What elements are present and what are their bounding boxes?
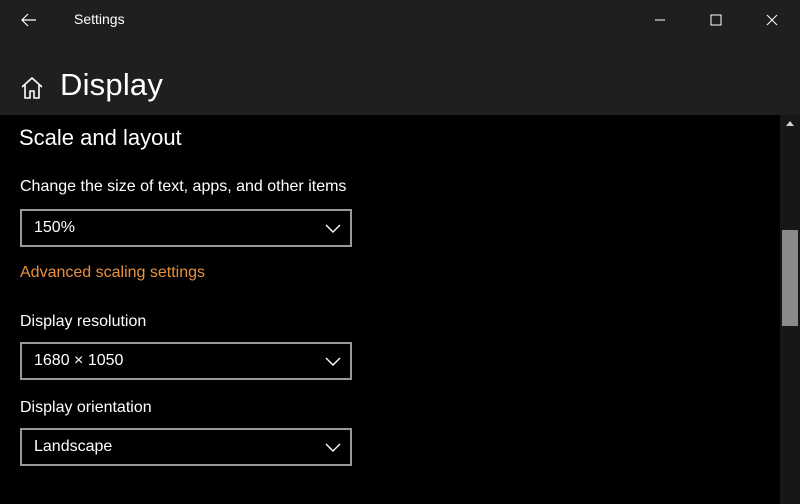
- maximize-button[interactable]: [688, 0, 744, 40]
- section-title: Scale and layout: [19, 125, 182, 150]
- orientation-dropdown-value: Landscape: [34, 438, 113, 455]
- resolution-dropdown[interactable]: 1680 × 1050: [20, 342, 352, 380]
- scrollbar-thumb[interactable]: [782, 230, 798, 326]
- advanced-scaling-link[interactable]: Advanced scaling settings: [20, 264, 205, 282]
- maximize-icon: [710, 14, 722, 26]
- page-header: Display: [0, 40, 800, 115]
- orientation-dropdown[interactable]: Landscape: [20, 428, 352, 466]
- minimize-button[interactable]: [632, 0, 688, 40]
- minimize-icon: [655, 19, 665, 21]
- page-title: Display: [60, 67, 164, 102]
- close-icon: [766, 14, 778, 26]
- app-title: Settings: [74, 11, 125, 27]
- scale-dropdown[interactable]: 150%: [20, 209, 352, 247]
- home-icon[interactable]: [19, 75, 45, 101]
- scale-dropdown-value: 150%: [34, 219, 75, 236]
- orientation-label: Display orientation: [20, 399, 152, 416]
- title-bar: Settings: [0, 0, 800, 40]
- chevron-down-icon: [325, 443, 341, 452]
- resolution-dropdown-value: 1680 × 1050: [34, 352, 124, 369]
- scroll-up-button[interactable]: [780, 115, 800, 131]
- scale-label: Change the size of text, apps, and other…: [20, 178, 347, 195]
- settings-content: Scale and layout Change the size of text…: [0, 115, 780, 504]
- chevron-down-icon: [325, 357, 341, 366]
- scroll-up-arrow-icon: [786, 121, 794, 126]
- back-arrow-icon: [21, 13, 36, 27]
- resolution-label: Display resolution: [20, 313, 147, 330]
- back-button[interactable]: [16, 8, 42, 32]
- close-button[interactable]: [744, 0, 800, 40]
- chevron-down-icon: [325, 224, 341, 233]
- scrollbar[interactable]: [780, 115, 800, 504]
